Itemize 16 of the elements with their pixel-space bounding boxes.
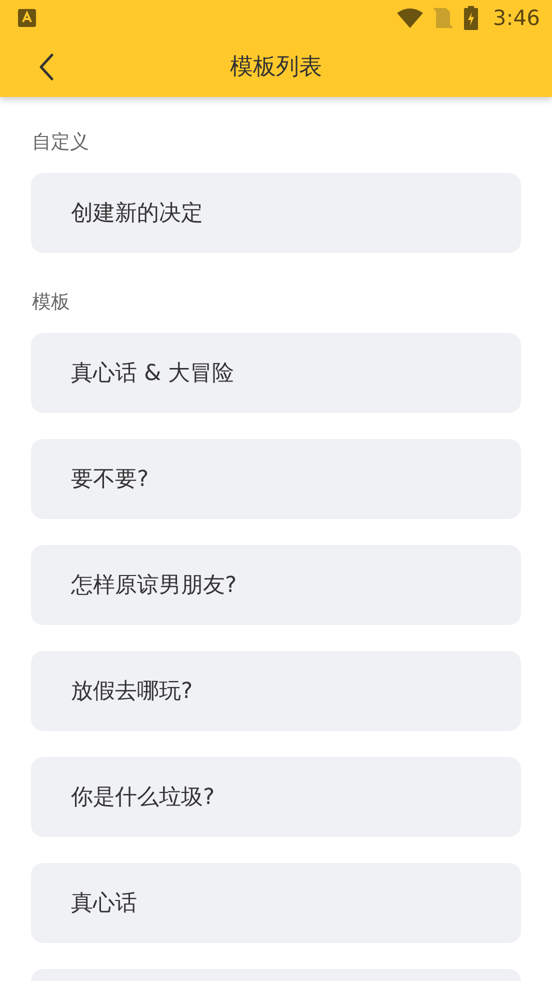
template-item[interactable]: 放假去哪玩? — [31, 651, 521, 731]
clock-time: 3:46 — [492, 6, 540, 30]
template-item[interactable]: 真心话 — [31, 863, 521, 943]
section-label: 模板 — [32, 290, 71, 315]
template-item[interactable]: 怎样原谅男朋友? — [31, 545, 521, 625]
wifi-icon — [396, 8, 423, 28]
back-icon — [38, 53, 54, 81]
page-title: 模板列表 — [230, 53, 322, 82]
template-item[interactable]: 要不要? — [31, 439, 521, 519]
battery-charging-icon — [462, 6, 479, 30]
app-notification-icon — [18, 9, 36, 27]
template-item[interactable]: 创建新的决定 — [31, 173, 521, 253]
no-sim-icon — [432, 7, 453, 29]
template-item[interactable]: 真心话 & 大冒险 — [31, 333, 521, 413]
section-label: 自定义 — [32, 130, 90, 155]
template-item[interactable]: 你是什么垃圾? — [31, 757, 521, 837]
